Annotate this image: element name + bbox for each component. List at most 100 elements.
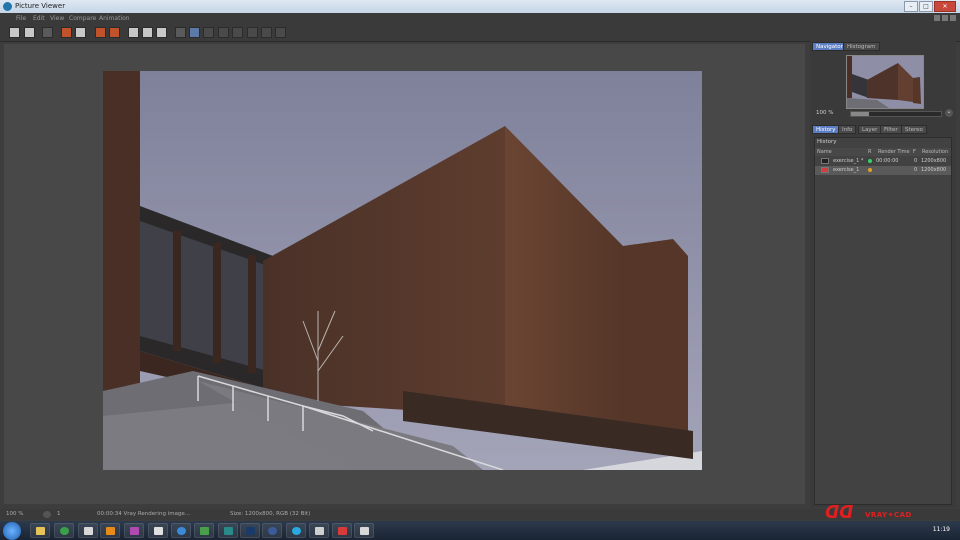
anim-end-icon[interactable]	[275, 27, 286, 38]
anim-start-icon[interactable]	[247, 27, 258, 38]
col-f[interactable]: F	[913, 149, 916, 155]
vray-icon[interactable]	[332, 523, 352, 538]
explorer-icon[interactable]	[30, 523, 50, 538]
menu-edit[interactable]: Edit	[33, 15, 45, 22]
status-frame: 1	[57, 511, 61, 517]
split-view-icon[interactable]	[189, 27, 200, 38]
minimize-button[interactable]: –	[904, 1, 918, 12]
render-illustration	[103, 71, 702, 470]
photoshop-icon[interactable]	[240, 523, 260, 538]
swap-icon[interactable]	[203, 27, 214, 38]
cinema4d-icon[interactable]	[262, 523, 282, 538]
logo-text: VRAY✦CAD	[865, 511, 912, 519]
clock[interactable]: 11:19	[933, 526, 950, 533]
fit-screen-icon[interactable]	[61, 27, 72, 38]
status-dot-icon	[868, 159, 872, 163]
browser-icon[interactable]	[54, 523, 74, 538]
menu-view[interactable]: View	[50, 15, 64, 22]
render-thumb-icon	[821, 167, 829, 173]
tab-layer[interactable]: Layer	[858, 125, 882, 134]
maximize-button[interactable]: □	[919, 1, 933, 12]
menu-animation[interactable]: Animation	[99, 15, 130, 22]
col-resolution[interactable]: Resolution	[922, 149, 948, 155]
stereo-icon[interactable]	[218, 27, 229, 38]
camtasia-icon[interactable]	[194, 523, 214, 538]
ie-icon[interactable]	[171, 523, 191, 538]
start-button[interactable]	[3, 522, 21, 540]
zoom-menu-icon[interactable]	[43, 511, 51, 518]
tab-history[interactable]: History	[812, 125, 840, 134]
expand-icon[interactable]	[950, 15, 956, 21]
anim-play-icon[interactable]	[261, 27, 272, 38]
history-row-resolution: 1200x800	[921, 167, 947, 173]
status-size: Size: 1200x800, RGB (32 Bit)	[230, 511, 311, 517]
vlc-icon[interactable]	[100, 523, 120, 538]
zoom-slider[interactable]	[850, 111, 942, 117]
ab-compare-icon[interactable]	[175, 27, 186, 38]
app-icon	[3, 2, 12, 11]
history-row[interactable]: exercise_1 * 00:00:00 0 1200x800	[815, 157, 951, 166]
media-icon[interactable]	[148, 523, 168, 538]
history-row[interactable]: exercise_1 0 1200x800	[815, 166, 951, 175]
tab-filter[interactable]: Filter	[880, 125, 902, 134]
panel-corner-icons	[934, 15, 956, 21]
history-row-frame: 0	[914, 167, 918, 173]
logo-mark: ᗡᗡ	[825, 503, 854, 523]
max-icon[interactable]	[218, 523, 238, 538]
taskbar: 11:19	[0, 521, 960, 540]
lut-icon[interactable]	[232, 27, 243, 38]
status-progress: 00:00:34 Vray Rendering image...	[97, 511, 191, 517]
compare-icon[interactable]	[156, 27, 167, 38]
col-name[interactable]: Name	[817, 149, 832, 155]
status-dot	[868, 159, 872, 163]
navigator-zoom: 100 % •	[814, 109, 953, 118]
history-row-resolution: 1200x800	[921, 158, 947, 164]
history-header: Name R Render Time F Resolution	[815, 148, 951, 156]
tab-navigator[interactable]: Navigator	[812, 42, 847, 51]
close-button[interactable]: ✕	[934, 1, 956, 12]
toolbar	[0, 24, 960, 42]
menu-file[interactable]: File	[16, 15, 26, 22]
zoom-icon[interactable]	[75, 27, 86, 38]
zoom-reset-icon[interactable]: •	[945, 109, 953, 117]
skype-icon[interactable]	[286, 523, 306, 538]
col-render-time[interactable]: Render Time	[878, 149, 910, 155]
zoom-slider-fill	[851, 112, 869, 116]
status-dot	[868, 168, 872, 172]
region-render-icon[interactable]	[128, 27, 139, 38]
rendered-image[interactable]	[103, 71, 702, 470]
save-image-icon[interactable]	[24, 27, 35, 38]
status-bar: 100 % 1 00:00:34 Vray Rendering image...…	[0, 509, 960, 520]
render-thumb-icon	[821, 158, 829, 164]
tab-info[interactable]: Info	[838, 125, 857, 134]
history-row-name: exercise_1 *	[833, 158, 864, 164]
status-dot-icon	[868, 168, 872, 172]
interactive-render-icon[interactable]	[142, 27, 153, 38]
window-controls: – □ ✕	[904, 1, 956, 12]
menu-bar: File Edit View Compare Animation	[0, 13, 960, 24]
navigator-thumbnail[interactable]	[846, 55, 924, 109]
history-panel: History Name R Render Time F Resolution …	[814, 137, 952, 505]
menu-compare[interactable]: Compare	[69, 15, 96, 22]
history-row-name: exercise_1	[833, 167, 860, 173]
col-r[interactable]: R	[868, 149, 871, 155]
channel-red-icon[interactable]	[95, 27, 106, 38]
history-row-time: 00:00:00	[876, 158, 899, 164]
history-row-frame: 0	[914, 158, 918, 164]
channel-alpha-icon[interactable]	[109, 27, 120, 38]
tab-histogram[interactable]: Histogram	[843, 42, 880, 51]
open-file-icon[interactable]	[9, 27, 20, 38]
lock-icon[interactable]	[934, 15, 940, 21]
render-icon[interactable]	[42, 27, 53, 38]
thumbnail-illustration	[847, 56, 923, 108]
status-zoom[interactable]: 100 %	[6, 511, 23, 517]
layout-icon[interactable]	[942, 15, 948, 21]
right-panel: Navigator Histogram 100 % • History Info…	[810, 41, 956, 507]
app-icon[interactable]	[309, 523, 329, 538]
tab-stereo[interactable]: Stereo	[901, 125, 927, 134]
history-title: History	[817, 139, 837, 145]
notepad-icon[interactable]	[78, 523, 98, 538]
paint-icon[interactable]	[124, 523, 144, 538]
picture-viewer-icon[interactable]	[354, 523, 374, 538]
title-bar: Picture Viewer – □ ✕	[0, 0, 960, 13]
